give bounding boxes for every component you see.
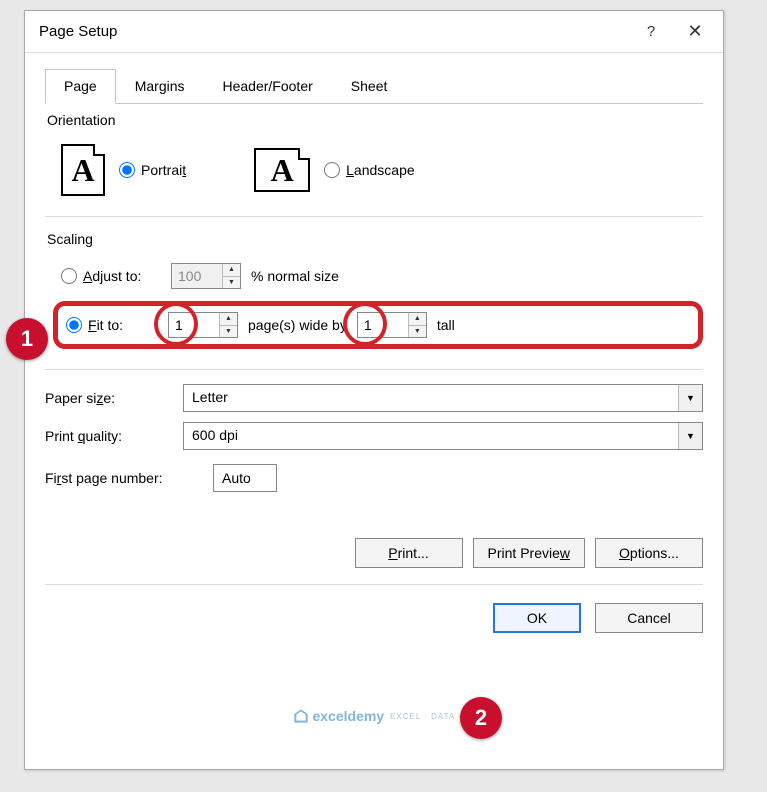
scaling-group: Scaling Adjust to: ▲▼ % normal size (45, 231, 703, 370)
spinner-down-icon[interactable]: ▼ (223, 277, 240, 289)
spinner-up-icon[interactable]: ▲ (220, 313, 237, 326)
landscape-radio[interactable]: Landscape (324, 162, 415, 178)
scaling-title: Scaling (45, 231, 703, 247)
chevron-down-icon[interactable]: ▼ (678, 423, 702, 449)
fit-wide-spinner[interactable]: ▲▼ (168, 312, 238, 338)
adjust-value-input[interactable] (172, 264, 222, 288)
adjust-to-row: Adjust to: ▲▼ % normal size (61, 263, 703, 289)
chevron-down-icon[interactable]: ▼ (678, 385, 702, 411)
landscape-icon: A (254, 148, 310, 192)
portrait-radio-input[interactable] (119, 162, 135, 178)
paper-size-value: Letter (184, 385, 678, 411)
fit-to-radio[interactable]: Fit to: (66, 317, 158, 333)
orientation-group: Orientation A Portrait A Landscape (45, 112, 703, 217)
fit-tall-input[interactable] (358, 313, 408, 337)
adjust-to-radio[interactable]: Adjust to: (61, 268, 161, 284)
print-quality-combo[interactable]: 600 dpi ▼ (183, 422, 703, 450)
titlebar: Page Setup ? ✕ (25, 11, 723, 53)
spinner-up-icon[interactable]: ▲ (223, 264, 240, 277)
paper-size-row: Paper size: Letter ▼ (45, 384, 703, 412)
print-preview-button[interactable]: Print Preview (473, 538, 585, 568)
first-page-row: First page number: (45, 464, 703, 492)
paper-size-combo[interactable]: Letter ▼ (183, 384, 703, 412)
action-buttons: Print... Print Preview Options... (45, 532, 703, 585)
page-setup-dialog: Page Setup ? ✕ Page Margins Header/Foote… (24, 10, 724, 770)
spinner-down-icon[interactable]: ▼ (409, 326, 426, 338)
landscape-radio-input[interactable] (324, 162, 340, 178)
fit-mid-label: page(s) wide by (248, 317, 347, 333)
tab-strip: Page Margins Header/Footer Sheet (45, 69, 703, 104)
cancel-button[interactable]: Cancel (595, 603, 703, 633)
annotation-badge-2: 2 (460, 697, 502, 739)
tab-header-footer[interactable]: Header/Footer (204, 69, 332, 103)
tab-page[interactable]: Page (45, 69, 116, 104)
tab-margins[interactable]: Margins (116, 69, 204, 103)
dialog-footer: OK Cancel (25, 585, 723, 633)
options-button[interactable]: Options... (595, 538, 703, 568)
first-page-input[interactable] (213, 464, 277, 492)
annotation-badge-1: 1 (6, 318, 48, 360)
fit-tall-spinner[interactable]: ▲▼ (357, 312, 427, 338)
print-button[interactable]: Print... (355, 538, 463, 568)
help-button[interactable]: ? (629, 12, 673, 52)
orientation-title: Orientation (45, 112, 703, 128)
adjust-suffix: % normal size (251, 268, 339, 284)
adjust-spinner[interactable]: ▲▼ (171, 263, 241, 289)
close-button[interactable]: ✕ (673, 12, 717, 52)
fit-wide-input[interactable] (169, 313, 219, 337)
fit-to-radio-input[interactable] (66, 317, 82, 333)
fit-to-row-highlight: Fit to: ▲▼ page(s) wide by ▲▼ (53, 301, 703, 349)
tab-sheet[interactable]: Sheet (332, 69, 407, 103)
spinner-down-icon[interactable]: ▼ (220, 326, 237, 338)
adjust-to-radio-input[interactable] (61, 268, 77, 284)
dialog-title: Page Setup (39, 23, 629, 40)
portrait-icon: A (61, 144, 105, 196)
spinner-up-icon[interactable]: ▲ (409, 313, 426, 326)
portrait-radio[interactable]: Portrait (119, 162, 186, 178)
print-quality-value: 600 dpi (184, 423, 678, 449)
fit-tall-suffix: tall (437, 317, 455, 333)
ok-button[interactable]: OK (493, 603, 581, 633)
print-quality-row: Print quality: 600 dpi ▼ (45, 422, 703, 450)
